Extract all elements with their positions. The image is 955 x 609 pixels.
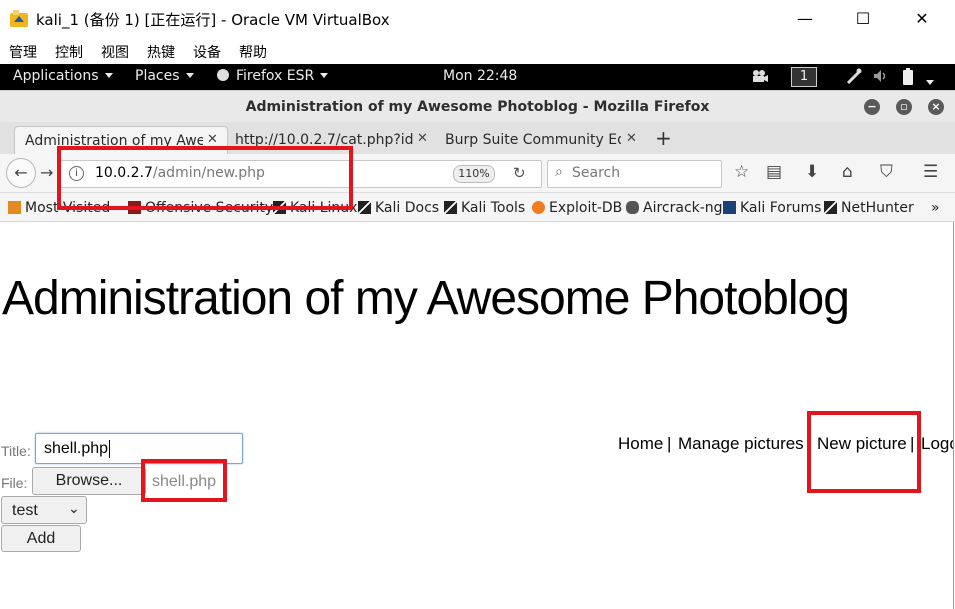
category-select[interactable]: test ⌄	[1, 496, 87, 524]
places-label: Places	[135, 68, 180, 84]
title-input-value: shell.php	[44, 440, 109, 457]
menu-hotkeys[interactable]: 热键	[147, 42, 175, 62]
tab-close-icon[interactable]: ✕	[207, 132, 218, 147]
bookmark-aircrack-ng[interactable]: Aircrack-ng	[626, 200, 723, 216]
bookmark-label: Aircrack-ng	[643, 200, 723, 216]
back-button[interactable]: ←	[6, 158, 36, 188]
reload-icon[interactable]: ↻	[513, 164, 526, 182]
add-button[interactable]: Add	[1, 525, 81, 552]
folder-icon	[8, 201, 21, 214]
kali-dragon-icon	[824, 201, 837, 214]
kali-dragon-icon	[444, 201, 457, 214]
bookmark-label: Exploit-DB	[549, 200, 623, 216]
applications-menu[interactable]: Applications	[13, 68, 113, 84]
nav-manage-pictures-link[interactable]: Manage pictures	[678, 434, 804, 454]
zoom-indicator[interactable]: 110%	[453, 165, 495, 183]
kali-forums-icon	[723, 201, 736, 214]
bookmark-nethunter[interactable]: NetHunter	[824, 200, 914, 216]
firefox-esr-menu[interactable]: Firefox ESR	[217, 68, 329, 84]
title-label: Title:	[1, 443, 31, 459]
volume-icon[interactable]	[873, 68, 889, 88]
search-icon: ⌕	[555, 164, 563, 180]
menu-view[interactable]: 视图	[101, 42, 129, 62]
bookmark-kali-forums[interactable]: Kali Forums	[723, 200, 821, 216]
battery-icon[interactable]	[903, 68, 913, 89]
kali-dragon-icon	[358, 201, 371, 214]
search-placeholder: Search	[572, 165, 621, 181]
tab-burp-suite[interactable]: Burp Suite Community Ed... ✕	[437, 126, 645, 154]
virtualbox-icon	[10, 10, 28, 27]
tab-close-icon[interactable]: ✕	[626, 131, 637, 146]
system-menu-triangle-icon[interactable]	[926, 75, 934, 91]
dropdown-triangle-icon	[104, 73, 113, 78]
new-picture-highlight-box	[807, 411, 921, 493]
bookmark-kali-docs[interactable]: Kali Docs	[358, 200, 439, 216]
file-label: File:	[1, 475, 28, 491]
tab-label: Burp Suite Community Ed...	[445, 132, 621, 148]
menu-devices[interactable]: 设备	[193, 42, 221, 62]
text-caret	[109, 440, 110, 458]
bookmark-star-icon[interactable]: ☆	[734, 162, 749, 182]
bookmark-label: Kali Docs	[375, 200, 440, 216]
downloads-icon[interactable]: ⬇	[805, 162, 819, 182]
firefox-minimize-button[interactable]: −	[864, 99, 880, 115]
dropdown-triangle-icon	[185, 73, 194, 78]
file-name-highlight-box	[141, 459, 227, 502]
menu-help[interactable]: 帮助	[239, 42, 267, 62]
firefox-title-bar: Administration of my Awesome Photoblog -…	[0, 90, 955, 123]
chevron-down-icon: ⌄	[68, 500, 80, 516]
applications-label: Applications	[13, 68, 99, 84]
workspace-indicator[interactable]: 1	[791, 67, 817, 87]
bookmarks-overflow-button[interactable]: »	[931, 200, 940, 216]
bookmark-label: Kali Forums	[740, 200, 822, 216]
firefox-icon	[217, 69, 229, 81]
bookmark-label: Kali Tools	[461, 200, 526, 216]
nav-home-link[interactable]: Home	[618, 434, 663, 454]
reading-list-icon[interactable]: ▤	[766, 162, 782, 182]
places-menu[interactable]: Places	[135, 68, 194, 84]
exploit-db-icon	[532, 201, 545, 214]
new-tab-button[interactable]: +	[655, 126, 672, 150]
category-select-value: test	[12, 502, 38, 519]
firefox-esr-label: Firefox ESR	[236, 68, 315, 84]
firefox-close-button[interactable]: ×	[928, 99, 944, 115]
maximize-button[interactable]: ☐	[840, 4, 886, 34]
vbox-title-bar: kali_1 (备份 1) [正在运行] - Oracle VM Virtual…	[0, 0, 955, 38]
vbox-window-title: kali_1 (备份 1) [正在运行] - Oracle VM Virtual…	[36, 11, 390, 29]
page-title: Administration of my Awesome Photoblog	[2, 272, 850, 325]
panel-clock[interactable]: Mon 22:48	[443, 68, 517, 84]
nav-logout-link[interactable]: Logout	[921, 434, 953, 454]
forward-button[interactable]: →	[40, 163, 53, 182]
network-icon[interactable]	[846, 68, 862, 88]
pocket-icon[interactable]: ⛉	[880, 162, 893, 182]
minimize-button[interactable]: —	[782, 4, 828, 34]
nav-separator: |	[667, 434, 672, 453]
menu-manage[interactable]: 管理	[9, 42, 37, 62]
camera-icon[interactable]	[751, 69, 769, 87]
bookmark-exploit-db[interactable]: Exploit-DB	[532, 200, 622, 216]
home-icon[interactable]: ⌂	[842, 162, 853, 182]
browse-button[interactable]: Browse...	[32, 467, 146, 495]
tab-close-icon[interactable]: ✕	[417, 131, 428, 146]
firefox-window-title: Administration of my Awesome Photoblog -…	[245, 99, 710, 115]
firefox-maximize-button[interactable]: ▫	[896, 99, 912, 115]
kali-top-panel: Applications Places Firefox ESR Mon 22:4…	[0, 64, 955, 90]
hamburger-menu-icon[interactable]: ☰	[923, 162, 938, 182]
nav-logout-clip: Logout	[920, 427, 953, 457]
close-button[interactable]: ✕	[899, 4, 945, 34]
menu-control[interactable]: 控制	[55, 42, 83, 62]
aircrack-icon	[626, 201, 639, 214]
bookmark-label: NetHunter	[841, 200, 914, 216]
bookmark-kali-tools[interactable]: Kali Tools	[444, 200, 525, 216]
vbox-menu-bar: 管理 控制 视图 热键 设备 帮助	[0, 38, 955, 64]
dropdown-triangle-icon	[320, 73, 329, 78]
url-highlight-box	[57, 146, 353, 210]
search-bar[interactable]: ⌕ Search	[547, 160, 722, 188]
